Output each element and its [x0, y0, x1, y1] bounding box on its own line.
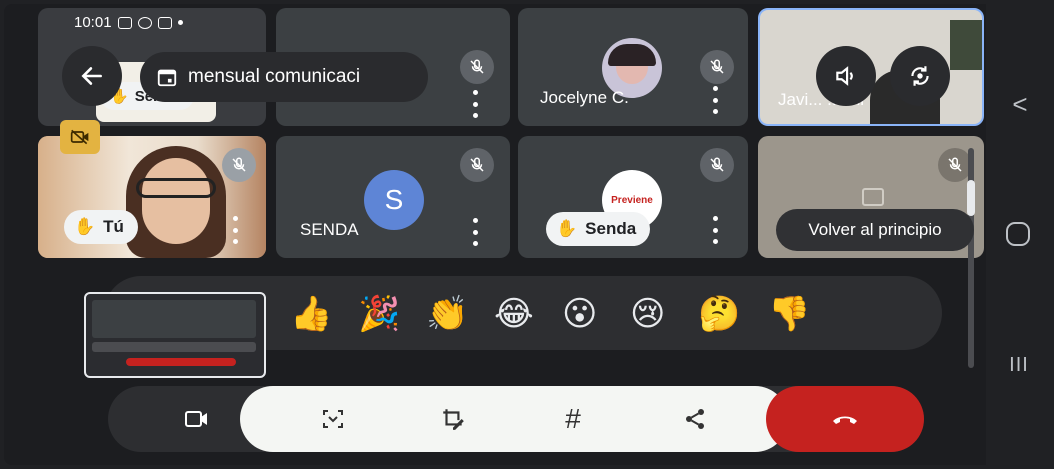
participant-name-6: SENDA	[300, 220, 359, 239]
reaction-thinking[interactable]: 🤔	[698, 294, 740, 334]
raise-hand-pill-self: ✋ Tú	[64, 210, 138, 244]
share-button[interactable]	[674, 398, 716, 440]
more-options-icon[interactable]	[710, 216, 720, 244]
reaction-thumbs-up[interactable]: 👍	[290, 294, 332, 334]
meeting-title-bar[interactable]: mensual comunicaci	[140, 52, 428, 102]
reaction-party[interactable]: 🎉	[358, 294, 400, 334]
status-bar: 10:01	[74, 14, 183, 31]
edit-screenshot-icon	[443, 409, 464, 430]
video-icon	[157, 16, 172, 29]
participant-name-7: Senda	[585, 219, 637, 238]
thumbnail-content	[126, 358, 236, 366]
screenshot-preview-thumbnail[interactable]	[84, 292, 266, 378]
participant-tile-6[interactable]: S SENDA	[276, 136, 510, 258]
mic-off-icon	[938, 148, 972, 182]
status-time: 10:01	[74, 14, 112, 31]
speaker-button[interactable]	[816, 46, 876, 106]
mic-off-icon	[700, 148, 734, 182]
dot-icon	[177, 20, 183, 25]
participant-video-bg	[950, 20, 982, 70]
reaction-surprised[interactable]: 😮	[562, 294, 597, 334]
video-camera-icon	[185, 411, 207, 427]
nav-home-button[interactable]	[1006, 222, 1030, 246]
participant-name-self: Tú	[103, 217, 124, 236]
thumbnail-content	[92, 342, 256, 352]
mic-off-icon	[460, 50, 494, 84]
participant-name-3: Jocelyne C.	[540, 88, 629, 107]
logo-text: Previene	[611, 194, 653, 206]
nav-back-button[interactable]: <	[1006, 88, 1034, 119]
mic-off-icon	[222, 148, 256, 182]
volume-icon	[836, 66, 853, 86]
more-options-icon[interactable]	[230, 216, 240, 244]
calendar-icon	[157, 69, 177, 87]
scrollbar-thumb[interactable]	[967, 180, 975, 216]
glasses	[136, 178, 216, 198]
hand-icon: ✋	[74, 217, 96, 236]
scroll-capture-button[interactable]	[312, 398, 354, 440]
reaction-sad[interactable]: 😢	[630, 294, 665, 334]
more-options-icon[interactable]	[470, 90, 480, 118]
camera-toggle-button[interactable]	[176, 398, 218, 440]
end-call-icon	[833, 416, 857, 424]
thumbnail-content	[92, 300, 256, 338]
notification-icon	[117, 16, 132, 29]
avatar-letter: S	[384, 184, 404, 215]
hand-icon: ✋	[556, 219, 578, 238]
back-to-top-tooltip[interactable]: Volver al principio	[776, 209, 974, 251]
share-icon	[686, 409, 704, 429]
mic-off-icon	[460, 148, 494, 182]
nav-back-icon: <	[1012, 88, 1028, 119]
reaction-laugh[interactable]: 😂	[494, 294, 534, 334]
raise-hand-pill-7: ✋ Senda	[546, 212, 651, 246]
arrow-left-icon	[81, 67, 102, 85]
participant-tile-self[interactable]: ✋ Tú	[38, 136, 266, 258]
meet-call-screen: ✋ Senda Jocelyne C. Javi... ...ani	[4, 4, 1050, 465]
reaction-clap[interactable]: 👏	[426, 294, 468, 334]
self-video-skin	[142, 158, 210, 244]
back-button[interactable]	[62, 46, 122, 106]
reaction-thumbs-down[interactable]: 👎	[768, 294, 810, 334]
participant-tile-7[interactable]: Previene ✋ Senda	[518, 136, 748, 258]
camera-off-badge	[60, 120, 100, 154]
more-options-icon[interactable]	[710, 86, 720, 114]
hashtag-icon: #	[565, 403, 581, 434]
nav-recents-button[interactable]: III	[1004, 352, 1034, 378]
edit-screenshot-button[interactable]	[432, 398, 474, 440]
avatar: S	[364, 170, 424, 230]
camera-switch-icon	[911, 66, 929, 86]
system-navigation-bar: < III	[986, 0, 1054, 469]
mic-off-icon	[700, 50, 734, 84]
screen-capture-icon	[323, 410, 343, 428]
more-options-icon[interactable]	[470, 218, 480, 246]
nav-recents-icon: III	[1009, 353, 1029, 376]
camera-off-icon	[862, 188, 884, 206]
participant-tile-3[interactable]: Jocelyne C.	[518, 8, 748, 126]
switch-camera-button[interactable]	[890, 46, 950, 106]
end-call-button[interactable]	[766, 386, 924, 452]
meeting-title: mensual comunicaci	[188, 66, 361, 87]
hashtag-button[interactable]: #	[552, 398, 594, 440]
whatsapp-icon	[137, 16, 152, 29]
